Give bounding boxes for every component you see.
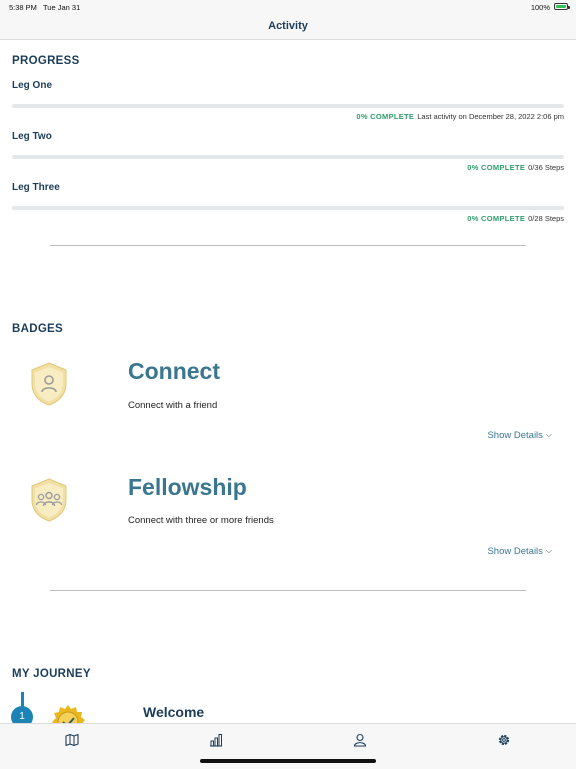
leg-two-detail: 0/36 Steps [528,163,564,172]
gear-icon[interactable] [497,733,511,747]
leg-two-progress-bar [12,155,564,159]
badge-connect-description: Connect with a friend [128,400,218,411]
badge-fellowship-description: Connect with three or more friends [128,515,274,526]
battery-icon [554,3,570,10]
leg-two-status: 0% COMPLETE 0/36 Steps [467,163,564,172]
page-title: Activity [268,20,308,32]
badge-fellowship-show-details[interactable]: Show Details ⌵ [487,546,552,557]
leg-three-status: 0% COMPLETE 0/28 Steps [467,214,564,223]
journey-step-title: Welcome [143,704,205,720]
person-icon[interactable] [353,733,367,747]
map-icon[interactable] [65,733,79,747]
navigation-bar: Activity [0,14,576,40]
battery-percent: 100% [530,3,550,12]
show-details-label: Show Details [487,430,543,441]
chevron-down-icon: ⌵ [545,430,552,439]
single-person-shield-badge-icon [31,362,67,406]
badges-heading: BADGES [12,323,64,335]
leg-three-detail: 0/28 Steps [528,214,564,223]
leg-two-name: Leg Two [12,131,52,142]
leg-one-status: 0% COMPLETE Last activity on December 28,… [356,112,564,121]
home-indicator [200,759,376,763]
show-details-label: Show Details [487,546,543,557]
section-divider [50,245,526,246]
journey-step-number: 1 [11,706,33,723]
leg-one-name: Leg One [12,80,53,91]
gold-seal-badge-icon [52,705,85,723]
bar-chart-icon[interactable] [209,733,223,747]
badge-connect-show-details[interactable]: Show Details ⌵ [487,430,552,441]
progress-heading: PROGRESS [12,55,80,67]
status-time: 5:38 PM [9,3,37,12]
leg-two-percent: 0% COMPLETE [467,163,526,172]
leg-three-percent: 0% COMPLETE [467,214,526,223]
badge-connect-title: Connect [128,358,220,384]
group-shield-badge-icon [31,478,67,522]
leg-one-progress-bar [12,104,564,108]
activity-content[interactable]: PROGRESS Leg One 0% COMPLETE Last activit… [0,40,576,723]
chevron-down-icon: ⌵ [545,546,552,555]
status-date: Tue Jan 31 [43,3,81,12]
section-divider [50,590,526,591]
leg-three-progress-bar [12,206,564,210]
journey-heading: MY JOURNEY [12,668,91,680]
leg-one-detail: Last activity on December 28, 2022 2:06 … [417,112,564,121]
leg-one-percent: 0% COMPLETE [356,112,415,121]
leg-three-name: Leg Three [12,182,60,193]
status-bar: 5:38 PM Tue Jan 31 100% [0,0,576,14]
badge-fellowship-title: Fellowship [128,474,247,500]
